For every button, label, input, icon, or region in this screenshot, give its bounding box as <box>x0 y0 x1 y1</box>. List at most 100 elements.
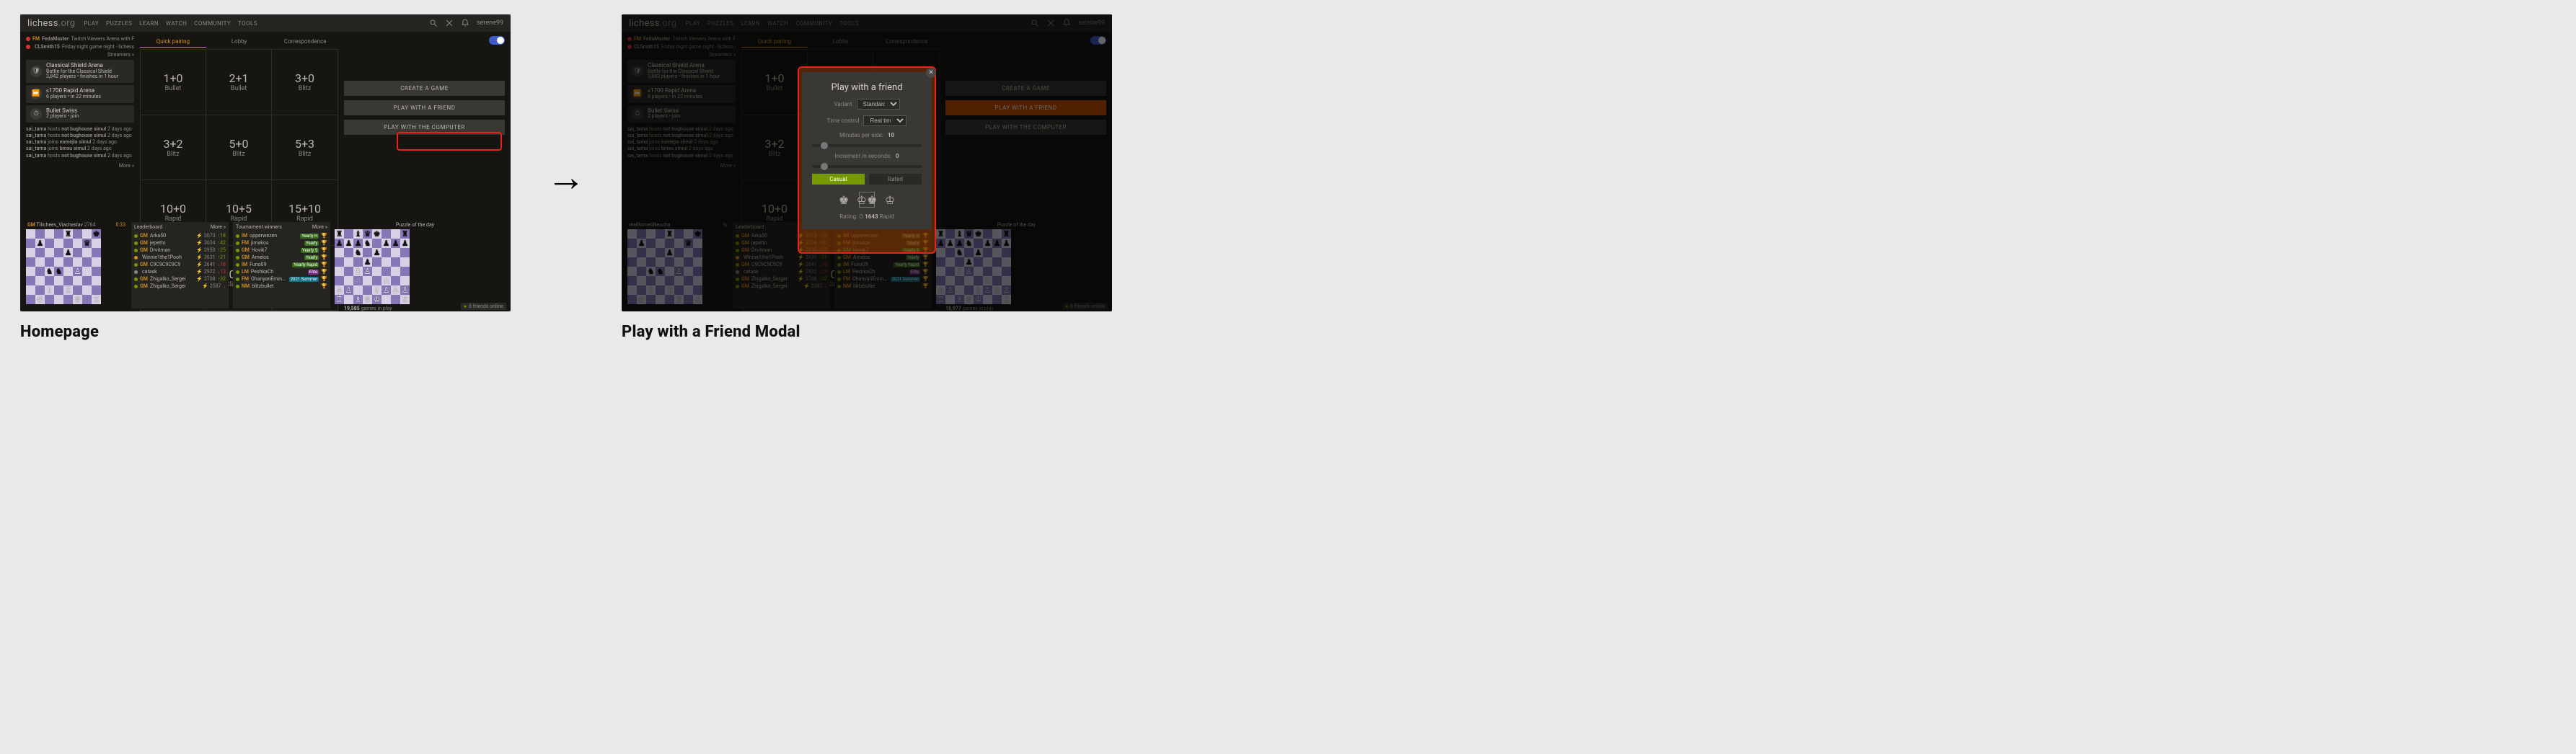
time-control-cell[interactable]: 1+0Bullet <box>141 50 206 115</box>
brand[interactable]: lichess.org <box>27 18 75 29</box>
timeline-more[interactable]: More » <box>26 163 134 169</box>
username[interactable]: serene99 <box>477 19 503 27</box>
streamers-link[interactable]: Streamers » <box>26 52 134 58</box>
minutes-slider[interactable] <box>812 144 922 147</box>
color-random[interactable]: ♔♚ <box>859 192 875 208</box>
search-icon[interactable] <box>429 19 438 27</box>
list-item[interactable]: GMArka50⚡ 3073↑18 <box>131 232 229 239</box>
nav-watch[interactable]: WATCH <box>166 20 187 27</box>
list-item[interactable]: IMopperwezenYearly H🏆 <box>233 232 330 239</box>
list-item[interactable]: IMFuno09Yearly Rapid🏆 <box>233 261 330 268</box>
tab-lobby[interactable]: Lobby <box>206 36 273 48</box>
rated-button[interactable]: Rated <box>869 174 922 185</box>
list-item[interactable]: NMblitzbullet🏆 <box>233 283 330 290</box>
play-friend-button[interactable]: PLAY WITH A FRIEND <box>344 100 505 115</box>
variant-select[interactable]: Standard <box>857 99 900 110</box>
bullet-icon: ⏱ <box>30 108 42 120</box>
caption-a: Homepage <box>20 323 511 341</box>
timeline-item[interactable]: sai_tama hosts not bughouse simul 2 days… <box>26 133 134 139</box>
color-picker: ♚ ♔♚ ♔ <box>836 192 898 208</box>
play-computer-button[interactable]: PLAY WITH THE COMPUTER <box>344 120 505 135</box>
streamer-row-1[interactable]: CLSmith15Friday night game night - liche… <box>26 44 134 50</box>
homepage-window: lichess.org PLAY PUZZLES LEARN WATCH COM… <box>20 14 511 311</box>
flow-arrow-icon: → <box>547 159 586 198</box>
live-dot-icon <box>26 37 30 41</box>
pool-toggle[interactable] <box>489 36 505 45</box>
nav-puzzles[interactable]: PUZZLES <box>106 20 132 27</box>
chessboard-puzzle: ♜♝♛♚♜♟♟♟♞♟♟♟♞♟♟♙♙♘♘♙♙♗♙♙♙♖♗♕♔♖ <box>335 229 410 304</box>
list-item[interactable]: Winnie1the1Pooh⚡ 2631↑21 <box>131 254 229 261</box>
increment-value: 0 <box>896 153 899 159</box>
rapid-icon: ⏩ <box>30 88 42 99</box>
color-black[interactable]: ♚ <box>836 192 852 208</box>
list-item[interactable]: catask⚡ 2922↓13 <box>131 268 229 275</box>
modal-window: lichess.org PLAY PUZZLES LEARN WATCH COM… <box>622 14 1112 311</box>
topbar: lichess.org PLAY PUZZLES LEARN WATCH COM… <box>20 14 511 32</box>
bell-icon[interactable] <box>461 19 469 27</box>
friends-online-tab[interactable]: 6 friends online <box>461 303 506 310</box>
challenge-icon[interactable] <box>445 19 454 27</box>
create-game-button[interactable]: CREATE A GAME <box>344 81 505 96</box>
tv-clock: 0:33 <box>116 222 126 228</box>
more-link[interactable]: More » <box>211 224 226 230</box>
panel-title: Tournament winners <box>236 224 282 230</box>
timeline: sai_tama hosts not bughouse simul 2 days… <box>26 126 134 159</box>
brand-suffix: .org <box>58 18 76 29</box>
tab-correspondence[interactable]: Correspondence <box>272 36 338 48</box>
modal-title: Play with a friend <box>831 82 902 93</box>
more-link[interactable]: More » <box>312 224 327 230</box>
list-item[interactable]: GMHovik7Yearly S🏆 <box>233 247 330 254</box>
nav-community[interactable]: COMMUNITY <box>194 20 231 27</box>
list-item[interactable]: LMPeshkaChElite🏆 <box>233 268 330 275</box>
list-item[interactable]: GMZhigalko_Sergei⚡ 2587↓ <box>131 283 229 290</box>
winners-rows: IMopperwezenYearly H🏆FMjimakosYearly🏆GMH… <box>233 232 330 290</box>
timecontrol-label: Time control <box>827 117 860 124</box>
increment-slider[interactable] <box>812 165 922 168</box>
winners-panel: Tournament winners More » IMopperwezenYea… <box>233 222 330 309</box>
list-item[interactable]: FMOhanyanEminC...2021 Summer🏆 <box>233 275 330 283</box>
time-control-cell[interactable]: 3+0Blitz <box>272 50 338 115</box>
time-control-cell[interactable]: 2+1Bullet <box>206 50 272 115</box>
list-item[interactable]: GMjepetto⚡ 3034↑42 <box>131 239 229 247</box>
nav-links: PLAY PUZZLES LEARN WATCH COMMUNITY TOOLS <box>84 20 257 27</box>
increment-label: Increment in seconds: <box>835 153 891 159</box>
timeline-item[interactable]: sai_tama joins eamejia simul 2 days ago <box>26 139 134 146</box>
list-item[interactable]: GMZhigalko_Sergei⚡ 2708↑32 <box>131 275 229 283</box>
rating-line: Rating: ⏱ 1643 Rapid <box>839 213 894 221</box>
time-control-cell[interactable]: 3+2Blitz <box>141 115 206 181</box>
timeline-item[interactable]: sai_tama hosts not bughouse simul 2 days… <box>26 153 134 159</box>
leaderboard-rows: GMArka50⚡ 3073↑18GMjepetto⚡ 3034↑42GMDrv… <box>131 232 229 290</box>
tv-board[interactable]: GM Tilicheev_Viacheslav 2764 0:33 ♜♚♟♛♟♞… <box>26 222 127 309</box>
list-item[interactable]: GMDrvitman⚡ 2950↑25 <box>131 247 229 254</box>
puzzle-board[interactable]: Puzzle of the day ♜♝♛♚♜♟♟♟♞♟♟♟♞♟♟♙♙♘♘♙♙♗… <box>335 222 436 309</box>
streamer-row-0[interactable]: FMFedaMasterTwitch Viewers Arena with FM… <box>26 36 134 42</box>
list-item[interactable]: FMjimakosYearly🏆 <box>233 239 330 247</box>
list-item[interactable]: GMArnelosYearly🏆 <box>233 254 330 261</box>
shield-icon: 🛡 <box>30 66 42 77</box>
timeline-item[interactable]: sai_tama hosts not bughouse simul 2 days… <box>26 126 134 133</box>
variant-label: Variant <box>834 101 852 107</box>
timeline-item[interactable]: sai_tama joins bmxu simul 2 days ago <box>26 146 134 152</box>
pairing-tabs: Quick pairing Lobby Correspondence <box>140 36 338 48</box>
bottom-strip: GM Tilicheev_Viacheslav 2764 0:33 ♜♚♟♛♟♞… <box>26 222 505 309</box>
event-row-2[interactable]: ⏱Bullet Swiss2 players • join <box>26 105 134 123</box>
caption-b: Play with a Friend Modal <box>622 323 1112 341</box>
chessboard-tv: ♜♚♟♛♟♞♞♙♗♖♔♕♖ <box>26 229 101 304</box>
nav-play[interactable]: PLAY <box>84 20 99 27</box>
color-white[interactable]: ♔ <box>882 192 898 208</box>
leaderboard-panel: LeaderboardMore » GMArka50⚡ 3073↑18GMjep… <box>131 222 229 309</box>
close-icon[interactable]: ✕ <box>926 68 936 78</box>
live-dot-icon <box>26 45 30 49</box>
event-row-0[interactable]: 🛡Classical Shield ArenaBattle for the Cl… <box>26 60 134 83</box>
minutes-value: 10 <box>888 132 894 138</box>
time-control-cell[interactable]: 5+3Blitz <box>272 115 338 181</box>
tab-quick-pairing[interactable]: Quick pairing <box>140 36 206 48</box>
list-item[interactable]: GMC9C9C9C9C9⚡ 2641↓18 <box>131 261 229 268</box>
nav-learn[interactable]: LEARN <box>139 20 159 27</box>
time-control-cell[interactable]: 5+0Blitz <box>206 115 272 181</box>
casual-button[interactable]: Casual <box>812 174 865 185</box>
timecontrol-select[interactable]: Real time <box>863 115 907 126</box>
play-friend-modal: ✕ Play with a friend Variant Standard Ti… <box>802 72 932 229</box>
nav-tools[interactable]: TOOLS <box>238 20 257 27</box>
event-row-1[interactable]: ⏩≤1700 Rapid Arena6 players • in 22 minu… <box>26 85 134 102</box>
